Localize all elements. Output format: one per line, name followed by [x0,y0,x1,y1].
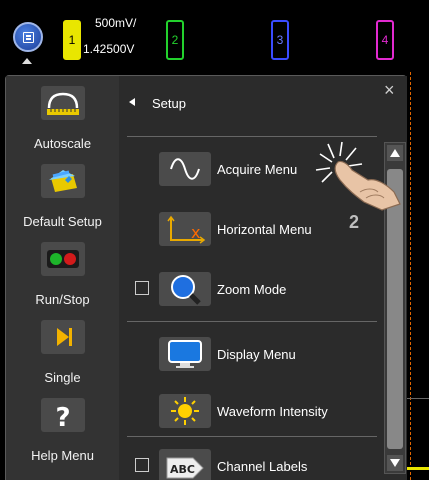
menu-item-horizontal[interactable]: x Horizontal Menu [119,209,379,249]
autoscale-icon [47,92,79,115]
scroll-down-arrow-icon[interactable] [387,455,403,471]
channel-bar: 1 500mV/ 1.42500V 2 3 4 [0,0,429,72]
main-menu-button[interactable] [13,22,43,52]
grid-line [406,398,429,399]
svg-text:x: x [191,223,200,242]
channel-1-offset: 1.42500V [83,42,135,56]
run-stop-label: Run/Stop [35,292,90,307]
menu-item-channel-labels[interactable]: ABC Channel Labels [119,446,379,480]
menu-item-label: Zoom Mode [217,282,287,297]
channel-1-scale: 500mV/ [95,16,137,30]
channel-3-button[interactable]: 3 [271,20,289,60]
menu-item-label: Acquire Menu [217,162,298,177]
menu-item-label: Waveform Intensity [217,404,328,419]
menu-item-label: Display Menu [217,347,296,362]
single-label: Single [44,370,81,385]
svg-text:?: ? [55,403,70,430]
monitor-icon [159,337,211,371]
help-menu-button[interactable]: ? [41,398,85,432]
channel-4-button[interactable]: 4 [376,20,394,60]
sine-wave-icon [159,152,211,186]
default-setup-button[interactable] [41,164,85,198]
trigger-marker-line [410,72,411,480]
divider [127,136,377,137]
waveform-display [406,72,429,480]
default-setup-icon [49,170,77,192]
run-stop-button[interactable] [41,242,85,276]
setup-menu-panel: Autoscale Default Setup Run/Stop Single … [5,75,407,480]
divider [127,321,377,322]
channel-1-button[interactable]: 1 [63,20,81,60]
help-menu-label: Help Menu [31,448,94,463]
close-icon[interactable]: × [384,80,395,101]
setup-submenu: Setup × Acquire Menu x Horizontal Menu Z… [119,76,407,480]
single-icon [57,328,72,346]
menu-icon [23,32,34,43]
svg-text:ABC: ABC [170,463,195,476]
sun-icon [159,394,211,428]
menu-caret-icon [22,58,32,64]
menu-item-label: Horizontal Menu [217,222,312,237]
channel-2-button[interactable]: 2 [166,20,184,60]
menu-title: Setup [152,96,186,111]
autoscale-label: Autoscale [33,136,92,151]
front-panel-sidebar: Autoscale Default Setup Run/Stop Single … [6,76,119,480]
divider [127,436,377,437]
menu-item-label: Channel Labels [217,459,308,474]
menu-item-waveform-intensity[interactable]: Waveform Intensity [119,391,379,431]
horizontal-axis-icon: x [159,212,211,246]
single-button[interactable] [41,320,85,354]
default-setup-label: Default Setup [23,214,102,229]
autoscale-button[interactable] [41,86,85,120]
tap-gesture-icon [315,141,401,211]
run-stop-icon [47,250,79,268]
help-icon: ? [55,403,70,430]
menu-item-zoom[interactable]: Zoom Mode [119,269,379,309]
abc-label-icon: ABC [159,449,211,480]
step-number: 2 [349,212,360,232]
menu-item-display[interactable]: Display Menu [119,334,379,374]
magnifier-icon [159,272,211,306]
channel-labels-checkbox[interactable] [135,458,149,472]
back-arrow-icon[interactable] [129,98,135,106]
zoom-mode-checkbox[interactable] [135,281,149,295]
channel-1-trace [406,467,429,470]
